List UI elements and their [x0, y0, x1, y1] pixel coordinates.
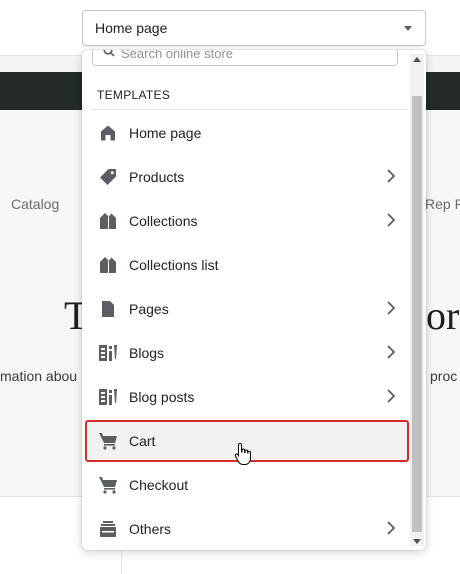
menu-item-label: Checkout: [129, 477, 189, 493]
cart-icon: [98, 475, 118, 495]
home-icon: [98, 123, 118, 143]
menu-item-others[interactable]: Others: [86, 509, 408, 549]
template-select[interactable]: Home page: [82, 10, 426, 46]
menu-item-blog-posts[interactable]: Blog posts: [86, 377, 408, 417]
scroll-up-arrow-icon[interactable]: [413, 57, 421, 62]
menu-item-label: Others: [129, 521, 172, 537]
collections-icon: [98, 211, 118, 231]
menu-item-label: Blog posts: [129, 389, 195, 405]
menu-item-home-page[interactable]: Home page: [86, 113, 408, 153]
menu-item-collections-list[interactable]: Collections list: [86, 245, 408, 285]
menu-item-blogs[interactable]: Blogs: [86, 333, 408, 373]
search-icon: [103, 50, 115, 60]
menu-item-checkout[interactable]: Checkout: [86, 465, 408, 505]
hero-heading-right: ora: [426, 293, 460, 338]
blog-icon: [98, 387, 118, 407]
tag-icon: [98, 167, 118, 187]
hero-text-right: proc: [430, 368, 458, 384]
blog-icon: [98, 343, 118, 363]
section-divider: [92, 109, 408, 110]
page-icon: [98, 299, 118, 319]
menu-item-label: Blogs: [129, 345, 165, 361]
menu-item-label: Home page: [129, 125, 202, 141]
nav-link-catalog[interactable]: Catalog: [11, 196, 59, 212]
chevron-right-icon: [386, 389, 396, 406]
chevron-right-icon: [386, 345, 396, 362]
chevron-right-icon: [386, 301, 396, 318]
menu-item-collections[interactable]: Collections: [86, 201, 408, 241]
template-dropdown: Search online store TEMPLATES Home page …: [82, 50, 426, 550]
hand-cursor-icon: [234, 442, 252, 471]
menu-item-label: Pages: [129, 301, 169, 317]
menu-item-products[interactable]: Products: [86, 157, 408, 197]
scrollbar-thumb[interactable]: [412, 96, 422, 532]
menu-item-label: Collections: [129, 213, 198, 229]
collections-icon: [98, 255, 118, 275]
template-select-value: Home page: [95, 20, 168, 36]
hero-text-left: mation abou: [0, 368, 78, 384]
caret-down-icon: [404, 26, 412, 31]
menu-item-label: Cart: [129, 433, 156, 449]
chevron-right-icon: [386, 521, 396, 538]
search-placeholder: Search online store: [121, 50, 234, 61]
chevron-right-icon: [386, 213, 396, 230]
menu-item-label: Products: [129, 169, 185, 185]
menu-item-label: Collections list: [129, 257, 219, 273]
stack-icon: [98, 519, 118, 539]
menu-item-pages[interactable]: Pages: [86, 289, 408, 329]
section-title: TEMPLATES: [97, 88, 171, 102]
search-input[interactable]: Search online store: [92, 50, 398, 66]
chevron-right-icon: [386, 169, 396, 186]
nav-link-partial[interactable]: Rep P: [425, 196, 460, 212]
scroll-down-arrow-icon[interactable]: [413, 539, 421, 544]
cart-icon: [98, 431, 118, 451]
